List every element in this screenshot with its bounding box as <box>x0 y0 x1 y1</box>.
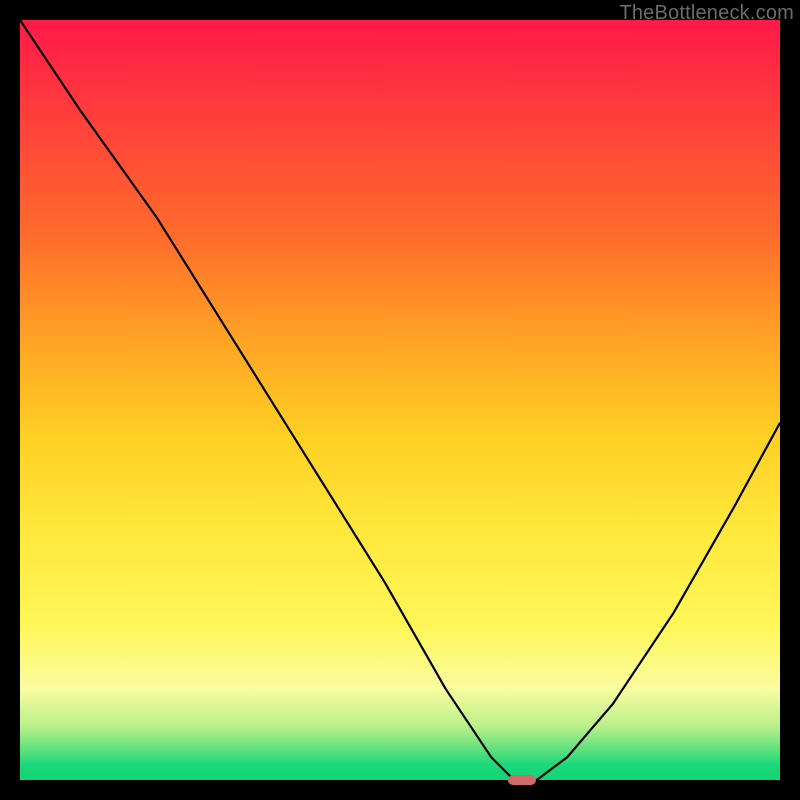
chart-container: TheBottleneck.com <box>0 0 800 800</box>
bottleneck-curve <box>20 20 780 780</box>
optimal-marker <box>508 775 536 785</box>
plot-area <box>20 20 780 780</box>
